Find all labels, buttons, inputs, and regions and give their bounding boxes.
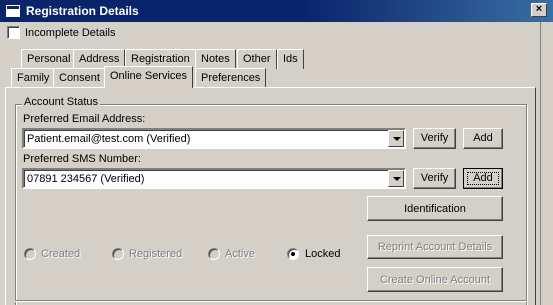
email-add-button[interactable]: Add — [463, 128, 503, 149]
status-active-label: Active — [225, 248, 255, 260]
tab-personal[interactable]: Personal — [21, 49, 77, 69]
email-verify-button[interactable]: Verify — [413, 128, 456, 149]
email-label: Preferred Email Address: — [23, 113, 146, 125]
status-active-radio — [208, 248, 220, 260]
tab-online-services[interactable]: Online Services — [104, 66, 194, 88]
divider — [15, 300, 527, 302]
title-bar: Registration Details × — [0, 0, 553, 22]
window-edge — [540, 22, 553, 305]
account-status-title: Account Status — [22, 96, 100, 108]
status-created-label: Created — [41, 248, 81, 260]
incomplete-details-label[interactable]: Incomplete Details — [25, 27, 116, 39]
status-registered-label: Registered — [129, 248, 183, 260]
sms-label: Preferred SMS Number: — [23, 153, 141, 165]
chevron-down-icon[interactable] — [388, 170, 404, 187]
email-select[interactable]: Patient.email@test.com (Verified) — [22, 128, 406, 149]
create-online-account-button: Create Online Account — [367, 267, 503, 292]
sms-select[interactable]: 07891 234567 (Verified) — [22, 168, 406, 189]
tab-ids[interactable]: Ids — [277, 49, 304, 69]
status-locked-label[interactable]: Locked — [305, 248, 340, 260]
status-registered-radio — [112, 248, 124, 260]
close-button[interactable]: × — [531, 3, 547, 17]
sms-add-button[interactable]: Add — [463, 168, 503, 189]
incomplete-details-checkbox[interactable] — [7, 26, 20, 39]
tab-other[interactable]: Other — [237, 49, 277, 69]
window-icon — [6, 5, 20, 17]
tab-preferences[interactable]: Preferences — [195, 68, 267, 88]
tab-family[interactable]: Family — [11, 68, 56, 88]
window-title: Registration Details — [26, 4, 139, 18]
sms-value: 07891 234567 (Verified) — [27, 173, 145, 185]
tab-consent[interactable]: Consent — [53, 68, 106, 88]
status-created-radio — [24, 248, 36, 260]
reprint-account-button: Reprint Account Details — [367, 235, 503, 259]
email-value: Patient.email@test.com (Verified) — [27, 133, 191, 145]
chevron-down-icon[interactable] — [388, 130, 404, 147]
sms-verify-button[interactable]: Verify — [413, 168, 456, 189]
identification-button[interactable]: Identification — [367, 196, 503, 221]
tab-notes[interactable]: Notes — [195, 49, 236, 69]
status-locked-radio[interactable] — [287, 248, 299, 260]
